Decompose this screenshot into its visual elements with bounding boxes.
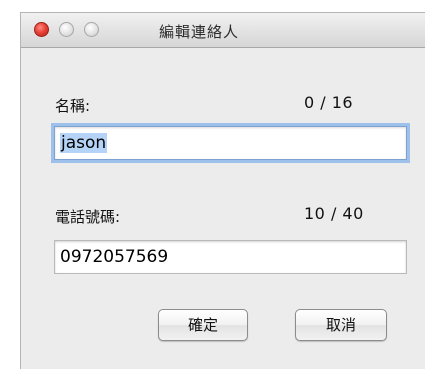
phone-input-value: 0972057569 — [60, 247, 169, 267]
phone-char-counter: 10 / 40 — [304, 204, 364, 223]
name-input[interactable]: jason — [54, 126, 407, 160]
zoom-window-button[interactable] — [84, 22, 99, 37]
cancel-button[interactable]: 取消 — [295, 309, 387, 341]
name-input-value: jason — [60, 133, 108, 153]
edit-contact-dialog: 編輯連絡人 名稱: 0 / 16 jason 電話號碼: 10 / 40 097… — [20, 12, 425, 369]
window-title: 編輯連絡人 — [159, 23, 240, 41]
confirm-button[interactable]: 確定 — [158, 309, 248, 341]
minimize-window-button[interactable] — [59, 22, 74, 37]
name-char-counter: 0 / 16 — [304, 93, 354, 112]
name-label: 名稱: — [55, 97, 91, 115]
title-bar: 編輯連絡人 — [21, 13, 425, 48]
phone-input[interactable]: 0972057569 — [54, 240, 407, 274]
phone-label: 電話號碼: — [55, 208, 121, 226]
close-window-button[interactable] — [34, 22, 49, 37]
